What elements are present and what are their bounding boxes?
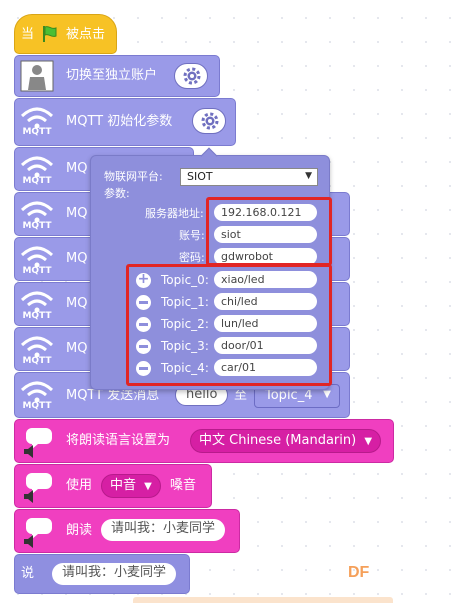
mqtt-settings-gear-button[interactable] bbox=[192, 108, 226, 134]
hat-prefix: 当 bbox=[21, 27, 35, 42]
say-label: 说 bbox=[21, 566, 35, 581]
speak-label: 朗读 bbox=[66, 523, 93, 538]
topic-dropdown-value: Topic_4 bbox=[265, 388, 313, 403]
speech-bubble-speaker-icon bbox=[24, 518, 52, 548]
mqtt-logo-icon: MQTT bbox=[18, 376, 56, 414]
params-label: 参数: bbox=[104, 187, 130, 200]
speech-bubble-speaker-icon bbox=[24, 428, 52, 458]
mqtt-logo-icon: MQTT bbox=[18, 286, 56, 324]
mqtt-init-label: MQTT 初始化参数 bbox=[66, 114, 173, 129]
topics-highlight bbox=[126, 264, 332, 386]
speak-text-input[interactable]: 请叫我：小麦同学 bbox=[101, 519, 226, 541]
mqtt-logo-text: MQTT bbox=[22, 311, 52, 321]
mqtt-logo-icon: MQTT bbox=[18, 102, 56, 140]
bottom-bar bbox=[133, 597, 393, 603]
mqtt-logo-icon: MQTT bbox=[18, 331, 56, 369]
mqtt-logo-icon: MQTT bbox=[18, 241, 56, 279]
chevron-down-icon: ▼ bbox=[323, 389, 331, 400]
language-dropdown[interactable]: 中文 Chinese (Mandarin) ▼ bbox=[190, 429, 382, 453]
speech-bubble-speaker-icon bbox=[24, 473, 52, 503]
mqtt-logo-text: MQTT bbox=[22, 401, 52, 411]
person-sprite-icon bbox=[20, 60, 54, 92]
chevron-down-icon: ▼ bbox=[364, 436, 373, 447]
platform-select-value: SIOT bbox=[187, 170, 213, 183]
use-voice-suffix: 嗓音 bbox=[170, 478, 197, 493]
server-credentials-highlight bbox=[206, 197, 332, 266]
use-voice-prefix: 使用 bbox=[66, 478, 93, 493]
mqtt-partial-label: MQ bbox=[66, 296, 88, 311]
set-language-label: 将朗读语言设置为 bbox=[66, 433, 171, 448]
mqtt-logo-text: MQTT bbox=[22, 127, 52, 137]
gear-icon bbox=[201, 112, 219, 130]
df-watermark: DF bbox=[348, 564, 370, 581]
language-dropdown-value: 中文 Chinese (Mandarin) bbox=[199, 433, 357, 448]
mqtt-send-label: MQTT 发送消息 bbox=[66, 388, 160, 403]
mqtt-logo-text: MQTT bbox=[22, 176, 52, 186]
gear-icon bbox=[183, 67, 201, 85]
chevron-down-icon: ▼ bbox=[144, 481, 152, 492]
mqtt-logo-icon: MQTT bbox=[18, 196, 56, 234]
mqtt-partial-label: MQ bbox=[66, 341, 88, 356]
mqtt-logo-text: MQTT bbox=[22, 221, 52, 231]
voice-dropdown-value: 中音 bbox=[110, 478, 137, 493]
voice-dropdown[interactable]: 中音 ▼ bbox=[101, 474, 161, 498]
say-text-input[interactable]: 请叫我：小麦同学 bbox=[52, 563, 177, 585]
platform-label: 物联网平台: bbox=[104, 170, 163, 183]
mqtt-partial-label: MQ bbox=[66, 206, 88, 221]
green-flag-icon bbox=[43, 26, 57, 42]
switch-account-label: 切换至独立账户 bbox=[66, 68, 158, 83]
mqtt-logo-text: MQTT bbox=[22, 266, 52, 276]
platform-select[interactable]: SIOT ▼ bbox=[180, 168, 318, 186]
account-label: 账号: bbox=[179, 229, 205, 242]
to-label: 至 bbox=[234, 388, 248, 403]
settings-gear-button[interactable] bbox=[174, 63, 208, 89]
server-label: 服务器地址: bbox=[145, 207, 204, 220]
mqtt-logo-text: MQTT bbox=[22, 356, 52, 366]
mqtt-logo-icon: MQTT bbox=[18, 151, 56, 189]
password-label: 密码: bbox=[179, 251, 205, 264]
chevron-down-icon: ▼ bbox=[305, 171, 312, 181]
mqtt-partial-label: MQ bbox=[66, 161, 88, 176]
mqtt-partial-label: MQ bbox=[66, 251, 88, 266]
hat-suffix: 被点击 bbox=[66, 27, 106, 42]
